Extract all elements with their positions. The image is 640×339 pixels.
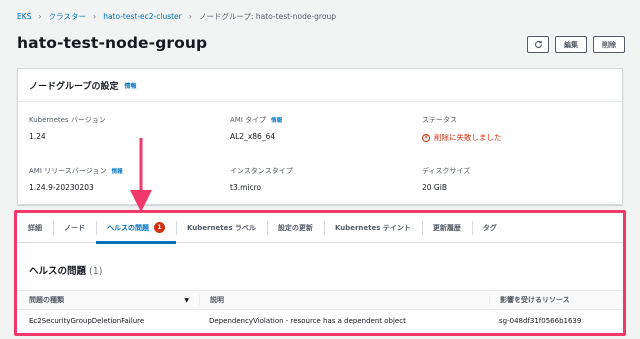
delete-button[interactable]: 削除: [593, 36, 625, 53]
tab-update-config[interactable]: 設定の更新: [266, 213, 324, 243]
status-label: ステータス: [422, 116, 457, 124]
tab-health-issues[interactable]: ヘルスの問題 1: [96, 213, 176, 244]
instance-type-label: インスタンスタイプ: [230, 167, 293, 175]
disk-size-value: 20 GiB: [422, 183, 447, 192]
table-row: Ec2SecurityGroupDeletionFailure Dependen…: [17, 310, 623, 332]
ami-type-info-link[interactable]: 情報: [271, 116, 282, 124]
cell-description: DependencyViolation - resource has a dep…: [209, 317, 406, 325]
column-header-issue-type[interactable]: 問題の種類 ▼: [17, 295, 199, 305]
tab-kubernetes-labels[interactable]: Kubernetes ラベル: [176, 213, 267, 243]
cell-affected-resource: sg-048df31f0566b1639: [499, 317, 582, 325]
breadcrumb-eks-link[interactable]: EKS: [17, 12, 31, 21]
nodegroup-config-card: ノードグループの設定 情報 Kubernetes バージョン 1.24 AMI …: [17, 68, 623, 205]
disk-size-field: ディスクサイズ 20 GiB: [422, 166, 470, 192]
status-text: 削除に失敗しました: [434, 133, 502, 142]
refresh-icon: [534, 40, 542, 49]
error-icon: ✕: [422, 133, 430, 142]
chevron-right-icon: ›: [92, 12, 97, 21]
config-card-header: ノードグループの設定 情報: [18, 69, 622, 102]
k8s-version-label: Kubernetes バージョン: [29, 116, 106, 124]
column-header-issue-type-label: 問題の種類: [29, 296, 64, 304]
edit-button[interactable]: 編集: [555, 36, 587, 53]
header-actions: 編集 削除: [527, 36, 625, 53]
column-header-affected-resources: 影響を受けるリソース: [489, 295, 623, 305]
config-card-title: ノードグループの設定: [29, 81, 119, 92]
annotation-arrow-icon: [130, 138, 152, 212]
ami-release-label: AMI リリースバージョン 情報: [29, 166, 123, 176]
ami-release-value: 1.24.9-20230203: [29, 183, 94, 192]
ami-type-field: AMI タイプ 情報 AL2_x86_64: [230, 115, 282, 141]
refresh-button[interactable]: [527, 36, 549, 53]
instance-type-field: インスタンスタイプ t3.micro: [230, 166, 293, 192]
table-header: 問題の種類 ▼ 説明 影響を受けるリソース: [17, 290, 623, 310]
breadcrumb: EKS › クラスター › hato-test-ec2-cluster › ノー…: [17, 11, 336, 22]
ami-release-field: AMI リリースバージョン 情報 1.24.9-20230203: [29, 166, 123, 192]
ami-release-info-link[interactable]: 情報: [112, 167, 123, 175]
chevron-right-icon: ›: [188, 12, 192, 21]
ami-type-value: AL2_x86_64: [230, 132, 276, 141]
tab-tags[interactable]: タグ: [471, 213, 508, 243]
issue-count-badge: 1: [154, 222, 165, 233]
chevron-right-icon: ›: [38, 12, 42, 21]
health-issues-count: (1): [89, 266, 103, 277]
k8s-version-value: 1.24: [29, 132, 46, 141]
breadcrumb-clusters-link[interactable]: クラスター: [49, 11, 86, 22]
config-info-link[interactable]: 情報: [124, 81, 136, 90]
tabs-panel: 詳細 ノード ヘルスの問題 1 Kubernetes ラベル 設定の更新 Kub…: [14, 210, 626, 336]
cell-issue-type: Ec2SecurityGroupDeletionFailure: [29, 317, 145, 325]
instance-type-value: t3.micro: [230, 183, 262, 192]
column-header-description: 説明: [199, 295, 489, 305]
health-issues-title-text: ヘルスの問題: [29, 266, 87, 277]
tab-kubernetes-taints[interactable]: Kubernetes テイント: [323, 213, 422, 243]
status-field: ステータス ✕ 削除に失敗しました: [422, 115, 502, 143]
tab-nodes[interactable]: ノード: [53, 213, 96, 243]
tab-update-history[interactable]: 更新履歴: [421, 213, 472, 243]
page-title: hato-test-node-group: [17, 34, 208, 52]
k8s-version-field: Kubernetes バージョン 1.24: [29, 115, 106, 141]
health-issues-table: 問題の種類 ▼ 説明 影響を受けるリソース Ec2SecurityGroupDe…: [17, 290, 623, 332]
status-value: ✕ 削除に失敗しました: [422, 132, 502, 143]
ami-release-label-text: AMI リリースバージョン: [29, 167, 107, 175]
tab-details[interactable]: 詳細: [17, 213, 53, 243]
breadcrumb-current: ノードグループ: hato-test-node-group: [198, 12, 336, 21]
health-issues-title: ヘルスの問題 (1): [29, 263, 102, 277]
sort-descending-icon[interactable]: ▼: [184, 297, 189, 304]
breadcrumb-cluster-link[interactable]: hato-test-ec2-cluster: [103, 12, 182, 21]
tab-bar: 詳細 ノード ヘルスの問題 1 Kubernetes ラベル 設定の更新 Kub…: [17, 213, 623, 244]
ami-type-label-text: AMI タイプ: [230, 116, 267, 124]
disk-size-label: ディスクサイズ: [422, 167, 471, 175]
tab-health-issues-label: ヘルスの問題: [107, 223, 149, 232]
ami-type-label: AMI タイプ 情報: [230, 115, 282, 125]
